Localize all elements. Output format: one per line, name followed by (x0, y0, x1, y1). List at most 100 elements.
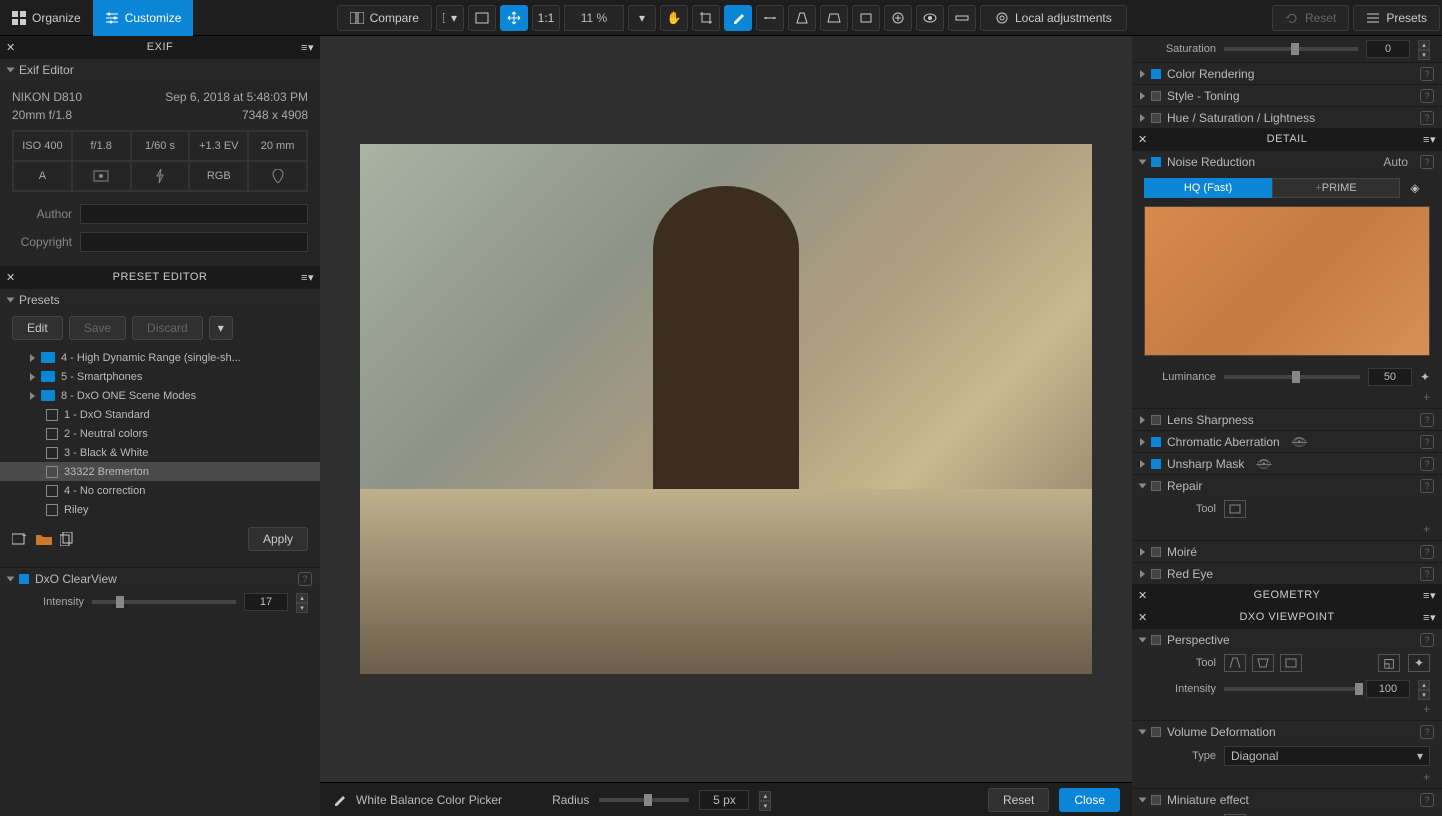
zoom-dropdown[interactable]: ▾ (628, 5, 656, 31)
preset-item-riley[interactable]: Riley (0, 500, 320, 519)
perspective-aux-1[interactable]: ◱ (1378, 654, 1400, 672)
move-tool-icon[interactable] (500, 5, 528, 31)
style-toning-section[interactable]: Style - Toning? (1132, 84, 1442, 106)
intensity-stepper[interactable]: ▴▾ (296, 593, 308, 611)
saturation-value[interactable]: 0 (1366, 40, 1410, 58)
menu-icon[interactable]: ≡▾ (301, 41, 314, 54)
perspective-section[interactable]: Perspective? (1132, 628, 1442, 650)
magic-wand-icon[interactable]: ✦ (1420, 370, 1430, 384)
luminance-value[interactable]: 50 (1368, 368, 1412, 386)
noise-reduction-section[interactable]: Noise Reduction Auto ? (1132, 150, 1442, 172)
preset-dropdown[interactable]: ▾ (209, 316, 233, 340)
help-icon[interactable]: ? (1420, 479, 1434, 493)
wb-close-button[interactable]: Close (1059, 788, 1120, 812)
eight-point-icon[interactable] (852, 5, 880, 31)
eye-off-icon[interactable]: 👁 (1256, 457, 1271, 471)
repair-section[interactable]: Repair? (1132, 474, 1442, 496)
help-icon[interactable]: ? (1420, 457, 1434, 471)
menu-icon[interactable]: ≡▾ (1423, 611, 1436, 624)
prime-mode-button[interactable]: + PRIME (1272, 178, 1400, 198)
perspective-tool-1[interactable] (1224, 654, 1246, 672)
hsl-section[interactable]: Hue / Saturation / Lightness? (1132, 106, 1442, 128)
organize-tab[interactable]: Organize (0, 0, 93, 36)
luminance-slider[interactable] (1224, 375, 1360, 379)
miniature-section[interactable]: Miniature effect? (1132, 788, 1442, 810)
close-icon[interactable]: ✕ (1138, 589, 1148, 602)
perspective-tool-icon[interactable] (788, 5, 816, 31)
one-to-one-button[interactable]: 1:1 (532, 5, 560, 31)
eye-off-icon[interactable]: 👁 (1292, 435, 1307, 449)
hand-tool-icon[interactable]: ✋ (660, 5, 688, 31)
radius-value[interactable]: 5 px (699, 790, 749, 810)
reset-button[interactable]: Reset (1272, 5, 1349, 31)
perspective-intensity-value[interactable]: 100 (1366, 680, 1410, 698)
local-adjustments-button[interactable]: Local adjustments (980, 5, 1127, 31)
perspective-tool-3[interactable] (1280, 654, 1302, 672)
perspective-intensity-stepper[interactable]: ▴▾ (1418, 680, 1430, 698)
help-icon[interactable]: ? (1420, 67, 1434, 81)
close-icon[interactable]: ✕ (1138, 611, 1148, 624)
preset-group-4[interactable]: 4 - High Dynamic Range (single-sh... (0, 348, 320, 367)
redeye-tool-icon[interactable] (916, 5, 944, 31)
close-icon[interactable]: ✕ (1138, 133, 1148, 146)
saturation-slider[interactable] (1224, 47, 1358, 51)
moire-section[interactable]: Moiré? (1132, 540, 1442, 562)
add-icon[interactable]: + (1132, 522, 1442, 540)
enable-checkbox[interactable] (19, 574, 29, 584)
presets-section[interactable]: Presets (0, 288, 320, 310)
crop-tool-icon[interactable] (692, 5, 720, 31)
add-icon[interactable]: + (1132, 390, 1442, 408)
preset-item-2[interactable]: 2 - Neutral colors (0, 424, 320, 443)
preset-item-1[interactable]: 1 - DxO Standard (0, 405, 320, 424)
help-icon[interactable]: ? (1420, 793, 1434, 807)
volume-section[interactable]: Volume Deformation? (1132, 720, 1442, 742)
unsharp-section[interactable]: Unsharp Mask👁? (1132, 452, 1442, 474)
layout-dropdown[interactable]: ▾ (436, 5, 464, 31)
target-icon[interactable]: ◈ (1400, 178, 1430, 198)
help-icon[interactable]: ? (1420, 89, 1434, 103)
help-icon[interactable]: ? (1420, 633, 1434, 647)
help-icon[interactable]: ? (298, 572, 312, 586)
help-icon[interactable]: ? (1420, 111, 1434, 125)
redeye-section[interactable]: Red Eye? (1132, 562, 1442, 584)
preset-item-4[interactable]: 4 - No correction (0, 481, 320, 500)
preset-group-8[interactable]: 8 - DxO ONE Scene Modes (0, 386, 320, 405)
perspective-tool-2[interactable] (1252, 654, 1274, 672)
save-button[interactable]: Save (69, 316, 126, 340)
horizon-tool-icon[interactable] (756, 5, 784, 31)
exif-editor-section[interactable]: Exif Editor (0, 58, 320, 80)
repair-tool-button[interactable] (1224, 500, 1246, 518)
wb-reset-button[interactable]: Reset (988, 788, 1049, 812)
presets-button[interactable]: Presets (1353, 5, 1440, 31)
close-icon[interactable]: ✕ (6, 271, 16, 284)
fit-icon[interactable] (468, 5, 496, 31)
preset-item-3[interactable]: 3 - Black & White (0, 443, 320, 462)
menu-icon[interactable]: ≡▾ (1423, 133, 1436, 146)
help-icon[interactable]: ? (1420, 435, 1434, 449)
miniature-tool-icon[interactable] (948, 5, 976, 31)
perspective-intensity-slider[interactable] (1224, 687, 1358, 691)
copyright-input[interactable] (80, 232, 308, 252)
help-icon[interactable]: ? (1420, 725, 1434, 739)
add-icon[interactable]: + (1132, 770, 1442, 788)
rectangle-perspective-icon[interactable] (820, 5, 848, 31)
lens-sharpness-section[interactable]: Lens Sharpness? (1132, 408, 1442, 430)
new-folder-icon[interactable] (36, 533, 52, 545)
repair-tool-icon[interactable] (884, 5, 912, 31)
color-rendering-section[interactable]: Color Rendering? (1132, 62, 1442, 84)
help-icon[interactable]: ? (1420, 413, 1434, 427)
close-icon[interactable]: ✕ (6, 41, 16, 54)
customize-tab[interactable]: Customize (93, 0, 194, 36)
new-preset-icon[interactable]: + (12, 532, 28, 546)
add-icon[interactable]: + (1132, 702, 1442, 720)
menu-icon[interactable]: ≡▾ (301, 271, 314, 284)
apply-button[interactable]: Apply (248, 527, 308, 551)
zoom-value[interactable]: 11 % (564, 5, 624, 31)
chromatic-section[interactable]: Chromatic Aberration👁? (1132, 430, 1442, 452)
preset-group-5[interactable]: 5 - Smartphones (0, 367, 320, 386)
volume-type-dropdown[interactable]: Diagonal▾ (1224, 746, 1430, 766)
intensity-slider[interactable] (92, 600, 236, 604)
menu-icon[interactable]: ≡▾ (1423, 589, 1436, 602)
discard-button[interactable]: Discard (132, 316, 203, 340)
auto-label[interactable]: Auto (1383, 155, 1408, 169)
